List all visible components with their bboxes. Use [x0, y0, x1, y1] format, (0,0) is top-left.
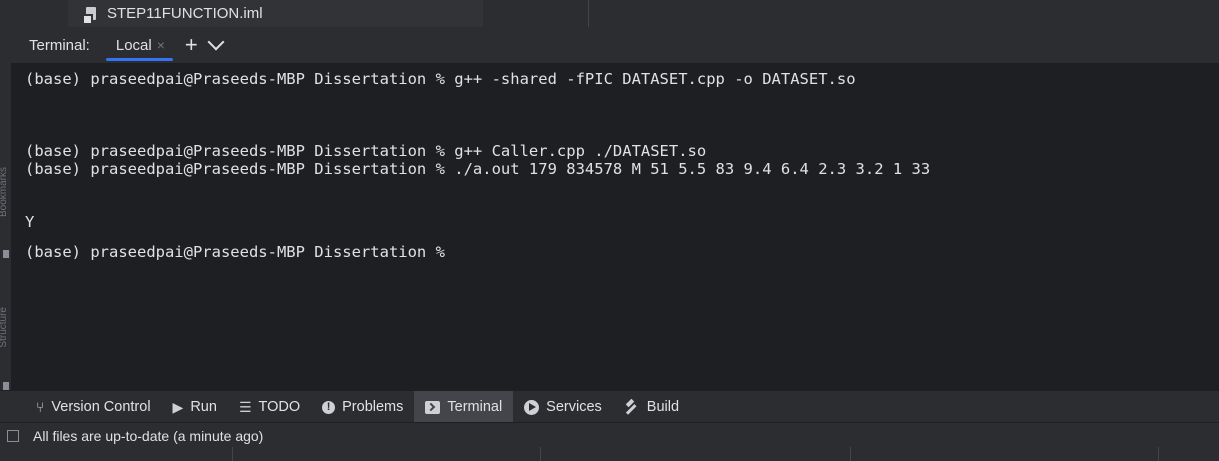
- tool-windows-toggle-icon[interactable]: [7, 429, 19, 442]
- divider: [1158, 447, 1159, 461]
- tool-label: Run: [190, 399, 217, 415]
- divider: [540, 447, 541, 461]
- terminal-tab-label: Local: [115, 36, 152, 54]
- terminal-line: (base) praseedpai@Praseeds-MBP Dissertat…: [25, 142, 707, 160]
- tool-window-bar: ⑂ Version Control ▶ Run ☰ TODO ! Problem…: [0, 390, 1219, 423]
- terminal-tab-local[interactable]: Local ×: [105, 27, 173, 63]
- bookmarks-marker-icon: [3, 250, 9, 258]
- active-tab-indicator: [105, 58, 173, 61]
- tool-terminal[interactable]: Terminal: [414, 391, 514, 423]
- structure-marker-icon: [3, 382, 9, 390]
- divider: [850, 447, 851, 461]
- tool-services[interactable]: Services: [513, 391, 613, 423]
- tool-build[interactable]: Build: [613, 391, 690, 423]
- terminal-prompt-line: (base) praseedpai@Praseeds-MBP Dissertat…: [25, 243, 455, 261]
- terminal-line: (base) praseedpai@Praseeds-MBP Dissertat…: [25, 70, 856, 88]
- bottom-edge-strip: [0, 447, 1219, 461]
- terminal-line: (base) praseedpai@Praseeds-MBP Dissertat…: [25, 160, 931, 178]
- todo-list-icon: ☰: [238, 398, 252, 415]
- vcs-branch-icon: ⑂: [36, 399, 45, 415]
- tool-label: Problems: [342, 399, 404, 415]
- terminal-icon: [425, 400, 441, 414]
- tool-label: Services: [546, 399, 602, 415]
- new-terminal-tab-icon[interactable]: +: [185, 34, 198, 56]
- tool-problems[interactable]: ! Problems: [311, 391, 414, 423]
- tool-label: TODO: [258, 399, 301, 415]
- tool-label: Build: [646, 399, 680, 415]
- build-hammer-icon: [624, 399, 640, 415]
- status-bar: All files are up-to-date (a minute ago): [0, 422, 1219, 448]
- tool-version-control[interactable]: ⑂ Version Control: [25, 391, 162, 423]
- problems-icon: !: [322, 400, 336, 414]
- module-file-icon: [84, 6, 100, 23]
- run-icon: ▶: [172, 398, 184, 415]
- editor-tab-strip: STEP11FUNCTION.iml: [0, 0, 1219, 27]
- terminal-header: Terminal: Local × +: [11, 27, 1219, 64]
- editor-splitter: [588, 0, 589, 27]
- editor-tab-label: STEP11FUNCTION.iml: [107, 5, 263, 22]
- tool-run[interactable]: ▶ Run: [162, 391, 228, 423]
- status-message: All files are up-to-date (a minute ago): [33, 427, 264, 444]
- terminal-title: Terminal:: [29, 36, 90, 54]
- services-icon: [524, 399, 540, 415]
- terminal-line: Y: [25, 213, 35, 231]
- editor-tab-step11function[interactable]: STEP11FUNCTION.iml: [68, 0, 483, 27]
- chevron-down-icon[interactable]: [207, 33, 225, 51]
- tool-todo[interactable]: ☰ TODO: [228, 391, 311, 423]
- divider: [232, 447, 233, 461]
- tool-label: Terminal: [447, 399, 503, 415]
- terminal-output[interactable]: (base) praseedpai@Praseeds-MBP Dissertat…: [11, 64, 1219, 390]
- left-tool-stripe: Bookmarks Structure: [0, 27, 11, 390]
- close-icon[interactable]: ×: [157, 37, 165, 53]
- tool-label: Version Control: [51, 399, 151, 415]
